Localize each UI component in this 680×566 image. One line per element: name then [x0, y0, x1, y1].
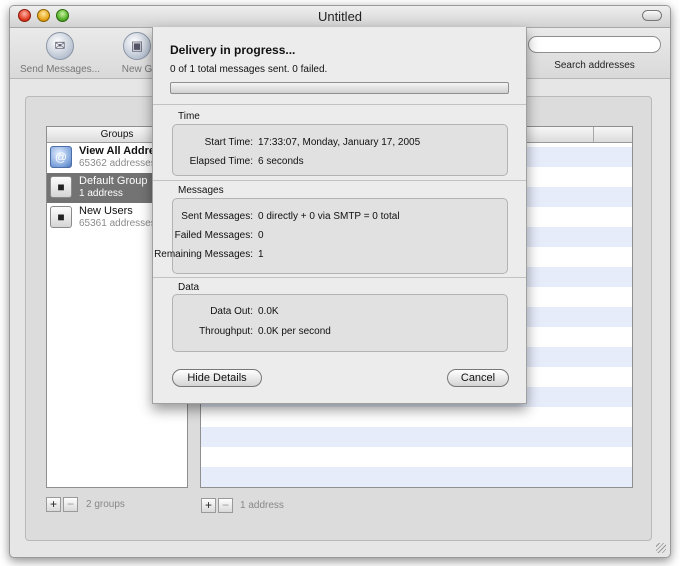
group-name: View All Addre: [79, 145, 156, 157]
resize-grip-icon[interactable]: [656, 543, 666, 553]
sent-messages-value: 0 directly + 0 via SMTP = 0 total: [258, 211, 400, 222]
group-name: New Users: [79, 205, 133, 217]
send-messages-button[interactable]: ✉ Send Messages...: [18, 32, 102, 75]
at-icon: @: [50, 146, 72, 168]
start-time-row: Start Time: 17:33:07, Monday, January 17…: [173, 137, 507, 151]
window-title: Untitled: [317, 9, 363, 24]
time-box: Start Time: 17:33:07, Monday, January 17…: [172, 124, 508, 176]
start-time-value: 17:33:07, Monday, January 17, 2005: [258, 137, 421, 148]
divider: [153, 104, 526, 105]
send-messages-label: Send Messages...: [19, 64, 101, 75]
elapsed-time-label: Elapsed Time:: [189, 156, 253, 167]
address-count-label: 1 address: [240, 500, 284, 511]
sent-messages-row: Sent Messages: 0 directly + 0 via SMTP =…: [173, 211, 507, 225]
data-section-label: Data: [178, 282, 200, 293]
new-group-icon: ▣: [123, 32, 151, 60]
time-section-label: Time: [178, 111, 200, 122]
group-count: 65361 addresses: [79, 218, 156, 229]
delivery-sheet: Delivery in progress... 0 of 1 total mes…: [152, 27, 527, 404]
elapsed-time-value: 6 seconds: [258, 156, 304, 167]
data-out-label: Data Out:: [210, 306, 253, 317]
remaining-messages-row: Remaining Messages: 1: [154, 249, 507, 263]
remove-address-button[interactable]: −: [218, 498, 233, 513]
failed-messages-row: Failed Messages: 0: [173, 230, 507, 244]
sheet-title: Delivery in progress...: [170, 43, 296, 57]
remaining-messages-label: Remaining Messages:: [154, 249, 253, 260]
new-group-button[interactable]: ▣ New G: [120, 32, 154, 75]
throughput-label: Throughput:: [199, 326, 253, 337]
title-bar[interactable]: Untitled: [10, 6, 670, 28]
divider: [153, 180, 526, 181]
new-group-label: New G: [121, 64, 153, 75]
send-icon: ✉: [46, 32, 74, 60]
messages-section-label: Messages: [178, 185, 224, 196]
data-out-row: Data Out: 0.0K: [173, 306, 507, 320]
toolbar-toggle-button[interactable]: [642, 10, 662, 21]
column-divider[interactable]: [593, 127, 594, 142]
hide-details-button[interactable]: Hide Details: [172, 369, 262, 387]
cancel-button[interactable]: Cancel: [447, 369, 509, 387]
search-input[interactable]: [528, 36, 661, 53]
delivery-status: 0 of 1 total messages sent. 0 failed.: [170, 64, 328, 75]
remove-group-button[interactable]: −: [63, 497, 78, 512]
data-out-value: 0.0K: [258, 306, 279, 317]
data-box: Data Out: 0.0K Throughput: 0.0K per seco…: [172, 294, 508, 352]
group-name: Default Group: [79, 175, 148, 187]
divider: [153, 277, 526, 278]
groups-count-label: 2 groups: [86, 499, 125, 510]
delivery-progress-bar: [170, 82, 509, 94]
search-label: Search addresses: [554, 60, 635, 71]
add-group-button[interactable]: +: [46, 497, 61, 512]
group-card-icon: ■: [50, 206, 72, 228]
remaining-messages-value: 1: [258, 249, 264, 260]
start-time-label: Start Time:: [204, 137, 253, 148]
add-address-button[interactable]: +: [201, 498, 216, 513]
group-card-icon: ■: [50, 176, 72, 198]
failed-messages-value: 0: [258, 230, 264, 241]
throughput-value: 0.0K per second: [258, 326, 331, 337]
messages-box: Sent Messages: 0 directly + 0 via SMTP =…: [154, 198, 508, 274]
elapsed-time-row: Elapsed Time: 6 seconds: [173, 156, 507, 170]
failed-messages-label: Failed Messages:: [174, 230, 253, 241]
throughput-row: Throughput: 0.0K per second: [173, 326, 507, 340]
sent-messages-label: Sent Messages:: [181, 211, 253, 222]
group-count: 65362 addresses: [79, 158, 156, 169]
group-count: 1 address: [79, 188, 123, 199]
